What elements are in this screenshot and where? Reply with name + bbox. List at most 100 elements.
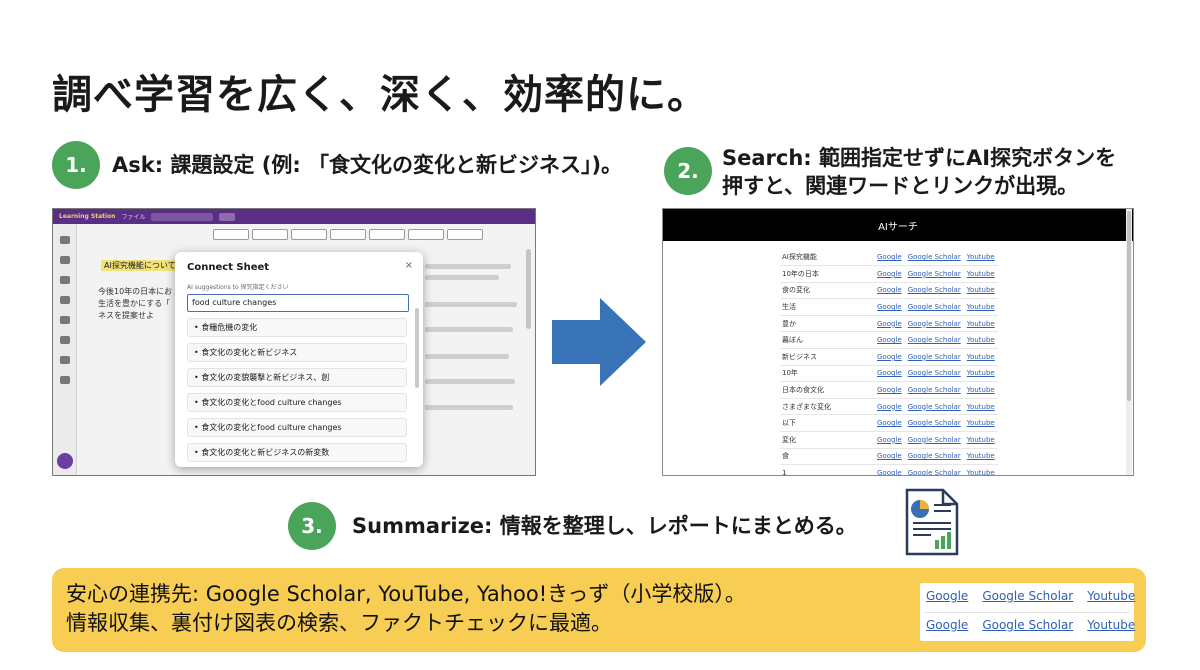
doc-text-line <box>425 354 509 359</box>
sidebar-share-icon[interactable] <box>59 276 70 284</box>
google-scholar-link[interactable]: Google Scholar <box>904 414 964 433</box>
related-word: AI探究機能 <box>780 249 874 267</box>
google-scholar-link[interactable]: Google Scholar <box>904 431 964 449</box>
sidebar-edit-icon[interactable] <box>59 256 70 264</box>
google-link[interactable]: Google <box>874 331 905 350</box>
editor-scrollbar[interactable] <box>526 249 531 329</box>
toolbar-button-2[interactable] <box>252 229 288 240</box>
youtube-link[interactable]: Youtube <box>963 249 998 267</box>
google-link[interactable]: Google <box>874 414 905 433</box>
google-scholar-link[interactable]: Google Scholar <box>904 398 964 416</box>
google-link[interactable]: Google <box>874 431 905 449</box>
youtube-link[interactable]: Youtube <box>963 282 998 300</box>
google-scholar-link[interactable]: Google Scholar <box>904 331 964 350</box>
ai-scrollbar[interactable] <box>1126 209 1132 475</box>
google-scholar-link[interactable]: Google Scholar <box>982 589 1073 609</box>
close-icon[interactable]: × <box>405 260 413 271</box>
suggestion-label: 食文化の変化と新ビジネスの新変数 <box>201 448 330 457</box>
google-link[interactable]: Google <box>874 315 905 333</box>
google-link[interactable]: Google <box>874 348 905 366</box>
scrollbar-thumb[interactable] <box>1127 211 1131 401</box>
youtube-link[interactable]: Youtube <box>1087 618 1135 638</box>
google-scholar-link[interactable]: Google Scholar <box>904 249 964 267</box>
youtube-link[interactable]: Youtube <box>963 448 998 466</box>
google-scholar-link[interactable]: Google Scholar <box>904 298 964 316</box>
sidebar-settings-icon[interactable] <box>59 376 70 384</box>
google-link[interactable]: Google <box>874 249 905 267</box>
google-scholar-link[interactable]: Google Scholar <box>904 315 964 333</box>
suggestion-search-input[interactable]: food culture changes <box>187 294 409 312</box>
suggestion-label: 食文化の変貌襲撃と新ビジネス、創 <box>201 373 330 382</box>
google-scholar-link[interactable]: Google Scholar <box>904 448 964 466</box>
sidebar-image-icon[interactable] <box>59 316 70 324</box>
toolbar-button-4[interactable] <box>330 229 366 240</box>
sidebar-mic-icon[interactable] <box>59 356 70 364</box>
youtube-link[interactable]: Youtube <box>963 265 998 283</box>
related-word: 変化 <box>780 431 874 449</box>
google-scholar-link[interactable]: Google Scholar <box>904 464 964 475</box>
youtube-link[interactable]: Youtube <box>963 365 998 383</box>
file-menu[interactable]: ファイル <box>121 212 145 221</box>
dialog-title: Connect Sheet <box>187 262 270 273</box>
step-2-badge: 2. <box>664 147 712 195</box>
youtube-link[interactable]: Youtube <box>963 398 998 416</box>
google-link[interactable]: Google <box>874 298 905 316</box>
suggestion-item[interactable]: • 食糧危機の変化 <box>187 318 407 337</box>
search-button[interactable] <box>219 212 236 221</box>
connect-sheet-dialog: Connect Sheet × AI suggestions to 探究指定くだ… <box>175 252 423 467</box>
file-search-input[interactable] <box>151 212 214 221</box>
youtube-link[interactable]: Youtube <box>963 348 998 366</box>
google-link[interactable]: Google <box>926 618 968 638</box>
ai-result-row: 10年 Google Google Scholar Youtube <box>780 365 998 383</box>
google-scholar-link[interactable]: Google Scholar <box>904 265 964 283</box>
suggestion-label: 食文化の変化とfood culture changes <box>201 398 342 407</box>
youtube-link[interactable]: Youtube <box>963 315 998 333</box>
suggestion-item[interactable]: • 食文化の変化と新ビジネスの新変数 <box>187 443 407 462</box>
google-link[interactable]: Google <box>874 381 905 399</box>
google-scholar-link[interactable]: Google Scholar <box>904 282 964 300</box>
toolbar-button-7[interactable] <box>447 229 483 240</box>
suggestion-label: 食糧危機の変化 <box>201 323 258 332</box>
suggestion-item[interactable]: • 食文化の変化とfood culture changes <box>187 393 407 412</box>
youtube-link[interactable]: Youtube <box>963 381 998 399</box>
youtube-link[interactable]: Youtube <box>963 331 998 350</box>
toolbar-button-3[interactable] <box>291 229 327 240</box>
toolbar-button-6[interactable] <box>408 229 444 240</box>
google-link[interactable]: Google <box>926 589 968 609</box>
sidebar-learn-icon[interactable] <box>59 236 70 244</box>
toolbar-button-5[interactable] <box>369 229 405 240</box>
ai-result-row: 10年の日本 Google Google Scholar Youtube <box>780 265 998 283</box>
google-scholar-link[interactable]: Google Scholar <box>904 381 964 399</box>
app-top-bar: Learning Station ファイル <box>53 209 535 224</box>
step-2-line1: Search: 範囲指定せずにAI探究ボタンを <box>722 146 1117 170</box>
google-link[interactable]: Google <box>874 398 905 416</box>
google-link[interactable]: Google <box>874 265 905 283</box>
youtube-link[interactable]: Youtube <box>963 414 998 433</box>
link-row: Google Google Scholar Youtube <box>926 618 1135 638</box>
step-3-text: Summarize: 情報を整理し、レポートにまとめる。 <box>352 514 857 538</box>
google-link[interactable]: Google <box>874 365 905 383</box>
dialog-subtitle: AI suggestions to 探究指定ください <box>187 284 289 291</box>
ai-result-row: 食の変化 Google Google Scholar Youtube <box>780 282 998 300</box>
avatar[interactable] <box>57 453 73 469</box>
ai-result-row: 以下 Google Google Scholar Youtube <box>780 414 998 433</box>
suggestion-item[interactable]: • 食文化の変貌襲撃と新ビジネス、創 <box>187 368 407 387</box>
youtube-link[interactable]: Youtube <box>963 431 998 449</box>
related-word: 10年 <box>780 365 874 383</box>
youtube-link[interactable]: Youtube <box>963 298 998 316</box>
google-link[interactable]: Google <box>874 448 905 466</box>
suggestion-label: 食文化の変化とfood culture changes <box>201 423 342 432</box>
suggestion-item[interactable]: • 食文化の変化と新ビジネス <box>187 343 407 362</box>
google-scholar-link[interactable]: Google Scholar <box>982 618 1073 638</box>
sidebar-file-icon[interactable] <box>59 296 70 304</box>
google-link[interactable]: Google <box>874 464 905 475</box>
youtube-link[interactable]: Youtube <box>963 464 998 475</box>
toolbar-button-1[interactable] <box>213 229 249 240</box>
suggestion-item[interactable]: • 食文化の変化とfood culture changes <box>187 418 407 437</box>
sidebar-export-icon[interactable] <box>59 336 70 344</box>
google-scholar-link[interactable]: Google Scholar <box>904 365 964 383</box>
google-link[interactable]: Google <box>874 282 905 300</box>
dialog-scrollbar[interactable] <box>415 308 419 388</box>
google-scholar-link[interactable]: Google Scholar <box>904 348 964 366</box>
youtube-link[interactable]: Youtube <box>1087 589 1135 609</box>
